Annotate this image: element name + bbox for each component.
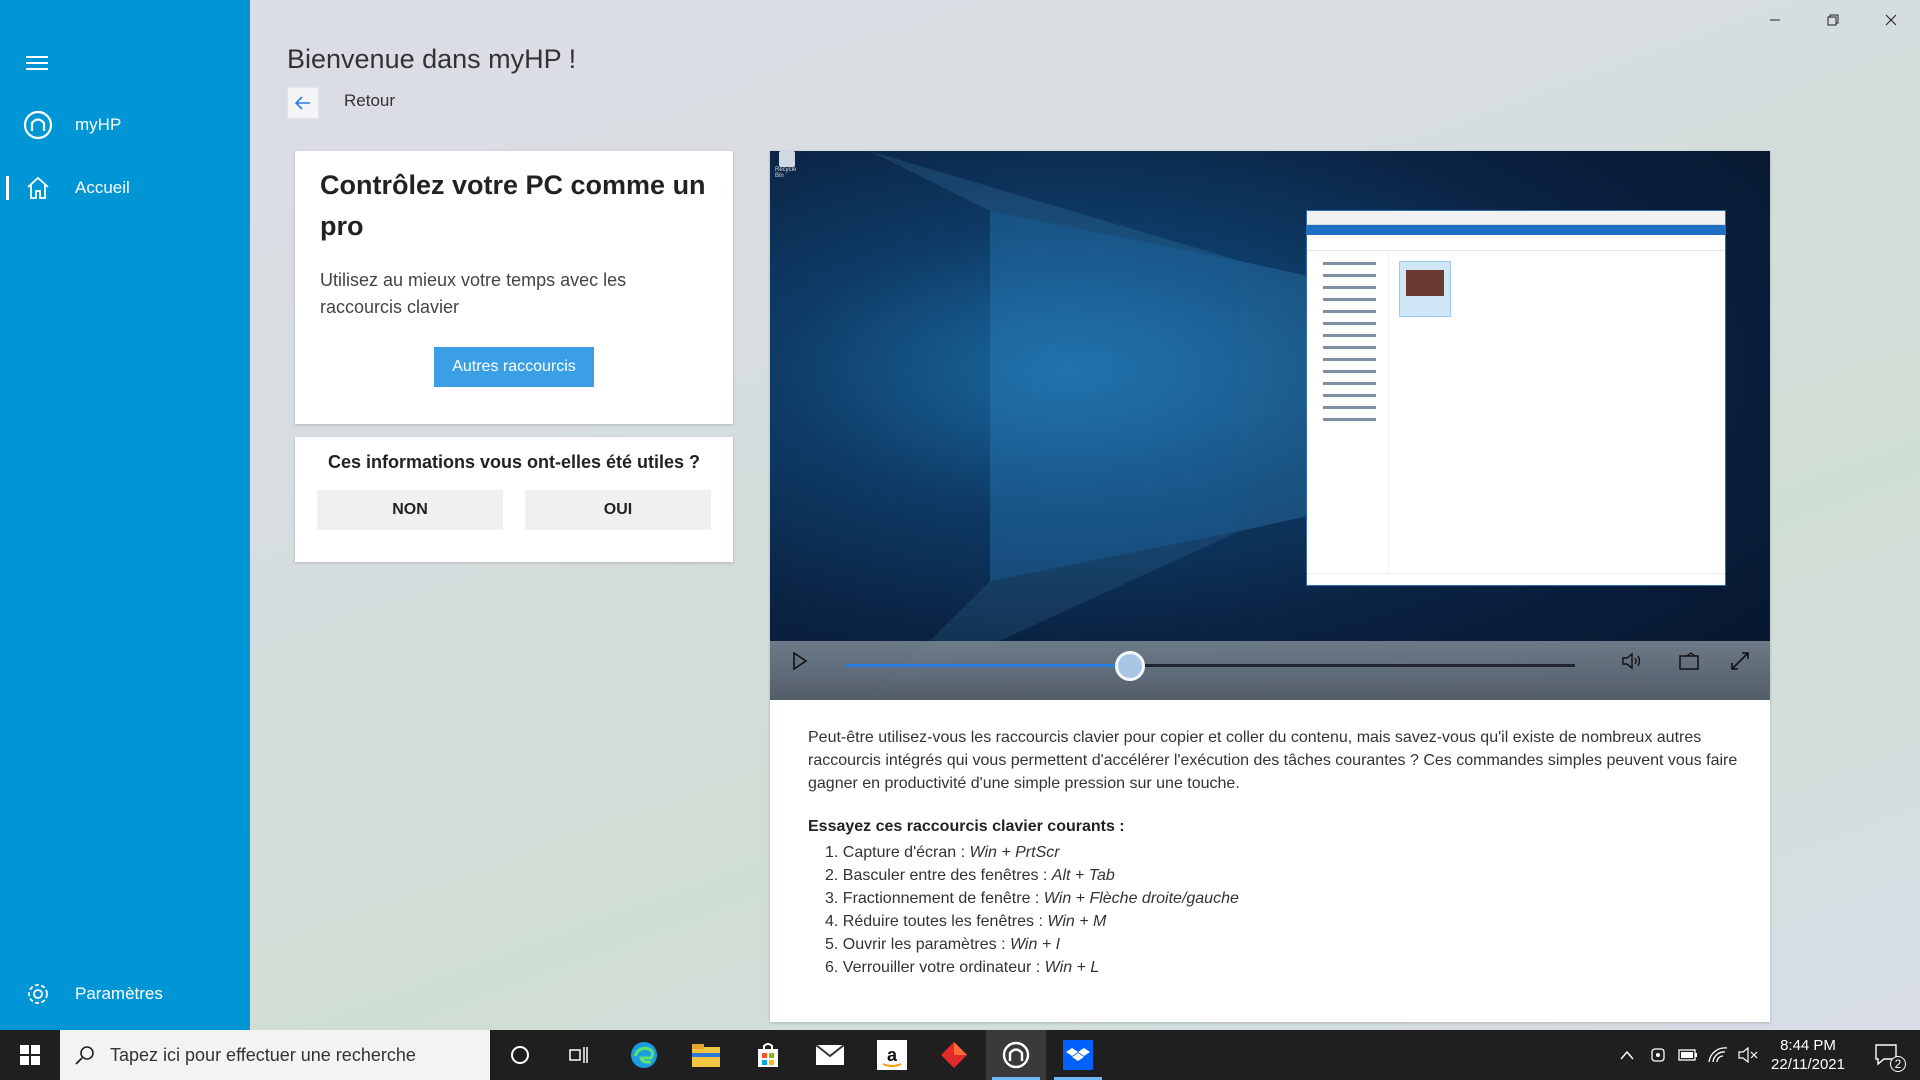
list-item: 1. Capture d'écran : Win + PrtScr: [825, 844, 1060, 861]
sidebar: myHP Accueil Paramètres: [0, 0, 250, 1030]
back-label[interactable]: Retour: [344, 91, 395, 111]
feedback-yes-button[interactable]: OUI: [525, 490, 711, 530]
chevron-up-icon[interactable]: [1612, 1030, 1642, 1080]
tips-list: 1. Capture d'écran : Win + PrtScr 2. Bas…: [808, 841, 1239, 979]
shortcuts-card: Contrôlez votre PC comme un pro Utilisez…: [295, 151, 733, 424]
task-view-icon[interactable]: [550, 1030, 610, 1080]
cortana-icon[interactable]: [490, 1030, 550, 1080]
page-title: Bienvenue dans myHP !: [287, 44, 577, 74]
taskbar: Tapez ici pour effectuer une recherche a: [0, 1030, 1920, 1080]
windows-start-icon[interactable]: [0, 1030, 60, 1080]
feedback-question: Ces informations vous ont-elles été util…: [327, 452, 701, 472]
amazon-icon[interactable]: a: [862, 1030, 922, 1080]
feedback-no-button[interactable]: NON: [317, 490, 503, 530]
sidebar-item-myhp[interactable]: myHP: [0, 101, 250, 149]
clock-time: 8:44 PM: [1780, 1037, 1836, 1054]
store-icon[interactable]: [738, 1030, 798, 1080]
close-icon[interactable]: [1862, 0, 1920, 40]
back-button[interactable]: [287, 87, 319, 119]
selection-indicator: [6, 176, 9, 200]
tips-title: Essayez ces raccourcis clavier courants …: [808, 818, 1125, 835]
file-explorer-icon[interactable]: [676, 1030, 736, 1080]
hamburger-menu-icon[interactable]: [26, 56, 48, 70]
video-player[interactable]: Recycle Bin: [770, 151, 1770, 700]
edge-browser-icon[interactable]: [614, 1030, 674, 1080]
article-card: Recycle Bin Peut-être utilisez-vous les …: [770, 151, 1770, 1022]
myhp-taskbar-icon[interactable]: [986, 1030, 1046, 1080]
dropbox-icon[interactable]: [1048, 1030, 1108, 1080]
video-controls: [770, 641, 1770, 681]
wifi-icon[interactable]: [1704, 1030, 1732, 1080]
search-placeholder: Tapez ici pour effectuer une recherche: [110, 1044, 416, 1065]
app-diamond-icon[interactable]: [924, 1030, 984, 1080]
taskbar-clock[interactable]: 8:44 PM 22/11/2021: [1762, 1036, 1854, 1074]
mail-icon[interactable]: [800, 1030, 860, 1080]
sidebar-item-accueil[interactable]: Accueil: [0, 164, 250, 212]
list-item: 5. Ouvrir les paramètres : Win + I: [825, 936, 1061, 953]
list-item: 3. Fractionnement de fenêtre : Win + Flè…: [825, 890, 1239, 907]
taskbar-search[interactable]: Tapez ici pour effectuer une recherche: [60, 1030, 490, 1080]
more-shortcuts-button[interactable]: Autres raccourcis: [434, 347, 594, 387]
seek-bar[interactable]: [845, 664, 1575, 667]
feedback-card: Ces informations vous ont-elles été util…: [295, 437, 733, 562]
seek-thumb[interactable]: [1114, 651, 1145, 681]
notification-center-icon[interactable]: 2: [1862, 1030, 1912, 1080]
volume-icon[interactable]: [1616, 645, 1648, 677]
play-icon[interactable]: [784, 645, 816, 677]
explorer-window-image: [1306, 210, 1726, 586]
gear-icon: [23, 979, 53, 1009]
volume-muted-icon[interactable]: [1734, 1030, 1762, 1080]
sidebar-item-settings[interactable]: Paramètres: [0, 970, 250, 1018]
restore-icon[interactable]: [1804, 0, 1862, 40]
article-intro: Peut-être utilisez-vous les raccourcis c…: [808, 729, 1738, 792]
recycle-bin-icon: Recycle Bin: [775, 151, 799, 179]
card-title: Contrôlez votre PC comme un pro: [320, 170, 706, 241]
minimize-icon[interactable]: [1746, 0, 1804, 40]
battery-icon[interactable]: [1674, 1030, 1702, 1080]
list-item: 4. Réduire toutes les fenêtres : Win + M: [825, 913, 1107, 930]
settings-label: Paramètres: [75, 984, 163, 1003]
arrow-left-icon: [295, 96, 310, 110]
svg-text:a: a: [887, 1045, 898, 1065]
clock-date: 22/11/2021: [1771, 1056, 1845, 1073]
camera-icon[interactable]: [1644, 1030, 1672, 1080]
hp-logo-icon: [23, 110, 53, 140]
fullscreen-icon[interactable]: [1724, 645, 1756, 677]
home-icon: [23, 173, 53, 203]
sidebar-item-label: Accueil: [75, 178, 130, 197]
search-icon: [60, 1045, 110, 1065]
sidebar-item-label: myHP: [75, 115, 122, 134]
window-controls: [1746, 0, 1920, 40]
card-subtitle: Utilisez au mieux votre temps avec les r…: [320, 270, 627, 317]
list-item: 6. Verrouiller votre ordinateur : Win + …: [825, 959, 1100, 976]
list-item: 2. Basculer entre des fenêtres : Alt + T…: [825, 867, 1115, 884]
cast-icon[interactable]: [1674, 645, 1706, 677]
notification-count: 2: [1890, 1056, 1906, 1072]
